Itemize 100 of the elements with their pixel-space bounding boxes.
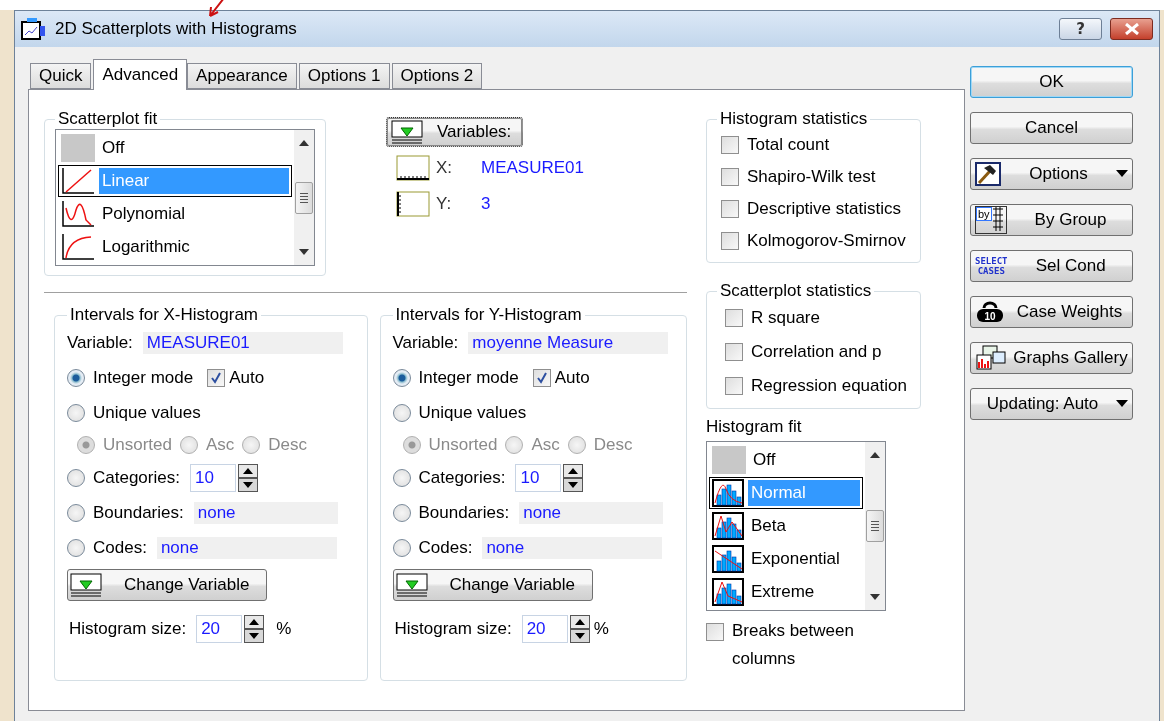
- radio-button[interactable]: [392, 368, 411, 387]
- tab[interactable]: Advanced: [93, 59, 188, 90]
- checkbox[interactable]: [532, 368, 551, 387]
- variable-value: MEASURE01: [142, 331, 343, 354]
- change-variable-button[interactable]: Change Variable: [392, 569, 593, 601]
- variable-label: Variable:: [67, 332, 133, 353]
- dialog-button[interactable]: Cancel: [970, 112, 1133, 144]
- radio-button[interactable]: [392, 538, 411, 557]
- histogram-fit-icon: [712, 512, 744, 540]
- group-title: Intervals for X-Histogram: [69, 305, 259, 325]
- percent-sign: %: [593, 619, 609, 639]
- checkbox[interactable]: [725, 377, 743, 395]
- spinner-arrows-icon[interactable]: [569, 615, 590, 643]
- fit-list[interactable]: Off Linear Polynomial Logarithmic: [55, 129, 315, 266]
- tab[interactable]: Appearance: [187, 63, 297, 89]
- checkbox[interactable]: [207, 368, 226, 387]
- number-field[interactable]: 20: [196, 615, 243, 643]
- change-variable-button[interactable]: Change Variable: [67, 569, 267, 601]
- list-item[interactable]: Beta: [748, 513, 860, 539]
- by-group-icon: by: [975, 206, 1007, 234]
- variables-button[interactable]: Variables:: [386, 117, 523, 147]
- number-field[interactable]: 20: [521, 615, 568, 643]
- dialog-button[interactable]: Options: [970, 158, 1133, 190]
- checkbox-label: Breaks between columns: [732, 620, 855, 670]
- dialog-button[interactable]: 10 Case Weights: [970, 296, 1133, 328]
- checkbox-label: Regression equation: [751, 376, 907, 396]
- y-axis-icon: [396, 191, 430, 217]
- checkbox[interactable]: [706, 623, 724, 641]
- group-title: Scatterplot fit: [57, 109, 159, 129]
- number-field[interactable]: 10: [515, 463, 562, 492]
- list-item[interactable]: Logarithmic: [99, 234, 289, 260]
- checkbox-label: Shapiro-Wilk test: [747, 167, 876, 187]
- tab[interactable]: Options 1: [298, 63, 390, 89]
- option-label: Unique values: [93, 402, 201, 423]
- checkbox[interactable]: [721, 136, 739, 154]
- boundaries-value: none: [519, 501, 664, 524]
- codes-value: none: [482, 536, 663, 559]
- option-label: Desc: [268, 435, 308, 455]
- spinner-arrows-icon[interactable]: [244, 615, 265, 643]
- checkbox[interactable]: [725, 309, 743, 327]
- option-label: Desc: [593, 435, 633, 455]
- radio-button[interactable]: [67, 468, 85, 487]
- window-title: 2D Scatterplots with Histograms: [55, 19, 298, 39]
- scroll-down-icon: [870, 594, 880, 600]
- scroll-down-icon: [299, 249, 309, 255]
- select-cases-icon: SELECT CASES: [975, 256, 1008, 276]
- radio-button[interactable]: [392, 503, 411, 522]
- hammer-icon: [975, 162, 1001, 186]
- ok-button[interactable]: OK: [970, 66, 1133, 98]
- gallery-icon: [975, 345, 1007, 371]
- scrollbar[interactable]: [865, 442, 885, 610]
- dialog-button[interactable]: by By Group: [970, 204, 1133, 236]
- option-label: Codes:: [418, 537, 473, 558]
- checkbox[interactable]: [721, 232, 739, 250]
- checkbox[interactable]: [721, 168, 739, 186]
- line-chart-icon: [61, 167, 95, 195]
- boundaries-value: none: [193, 501, 338, 524]
- radio-button[interactable]: [67, 503, 85, 522]
- list-item[interactable]: Off: [750, 447, 860, 473]
- list-item[interactable]: Polynomial: [99, 201, 289, 227]
- dialog-button[interactable]: Updating: Auto: [970, 388, 1133, 420]
- list-item[interactable]: Off: [99, 135, 289, 161]
- histogram-fit-icon: [712, 545, 744, 573]
- size-label: Histogram size:: [394, 619, 512, 639]
- spinner-arrows-icon[interactable]: [563, 463, 584, 492]
- tab[interactable]: Options 2: [391, 63, 483, 89]
- help-button[interactable]: ?: [1059, 18, 1102, 40]
- list-item[interactable]: Extreme: [748, 579, 860, 605]
- dialog-button[interactable]: Graphs Gallery: [970, 342, 1133, 374]
- variable-label: Variable:: [392, 332, 459, 353]
- group-title: Scatterplot statistics: [719, 281, 873, 301]
- option-label: Auto: [554, 367, 590, 388]
- option-label: Integer mode: [93, 367, 194, 388]
- codes-value: none: [156, 536, 337, 559]
- checkbox[interactable]: [721, 200, 739, 218]
- radio-button[interactable]: [67, 538, 85, 557]
- scroll-thumb[interactable]: [866, 510, 884, 542]
- arrow-into-tray-icon: [70, 573, 102, 597]
- checkbox-label: R square: [751, 308, 820, 328]
- dialog-button[interactable]: SELECT CASES Sel Cond: [970, 250, 1133, 282]
- scroll-thumb[interactable]: [295, 181, 313, 214]
- percent-sign: %: [276, 619, 292, 639]
- option-label: Integer mode: [418, 367, 519, 388]
- arrow-into-tray-icon: [395, 573, 428, 597]
- radio-button[interactable]: [392, 403, 411, 422]
- tab[interactable]: Quick: [30, 63, 92, 89]
- scrollbar[interactable]: [294, 130, 314, 265]
- radio-button[interactable]: [392, 468, 411, 487]
- checkbox-label: Total count: [747, 135, 830, 155]
- number-field[interactable]: 10: [189, 463, 236, 492]
- size-label: Histogram size:: [69, 619, 187, 639]
- checkbox[interactable]: [725, 343, 743, 361]
- scroll-up-icon: [299, 140, 309, 146]
- annotation-arrow-icon: [206, 0, 226, 18]
- spinner-arrows-icon[interactable]: [237, 463, 258, 492]
- radio-button[interactable]: [67, 368, 85, 387]
- radio-button[interactable]: [67, 403, 85, 422]
- list-item[interactable]: Exponential: [748, 546, 860, 572]
- fit-list[interactable]: Off Normal Beta Exponential Extreme: [706, 441, 886, 611]
- close-button[interactable]: [1110, 18, 1153, 40]
